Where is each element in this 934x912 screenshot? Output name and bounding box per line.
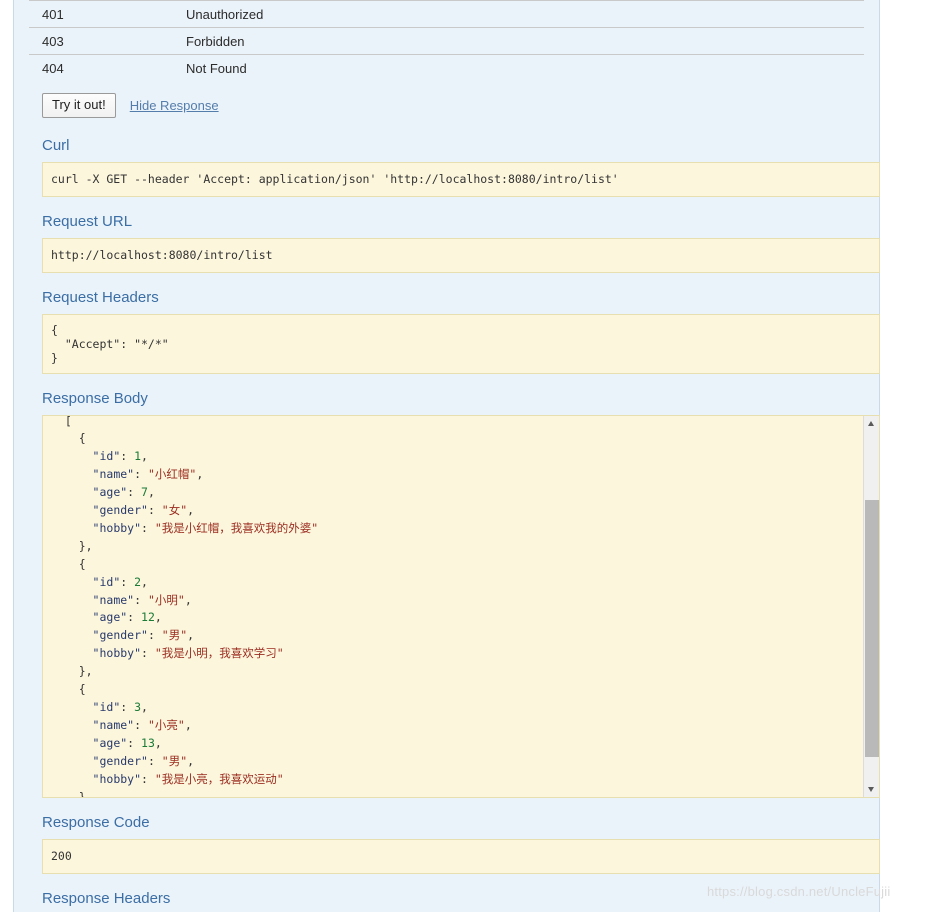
scroll-up-arrow-icon[interactable] [864, 415, 879, 431]
action-row: Try it out! Hide Response [29, 91, 864, 121]
request-headers-block: { "Accept": "*/*" } [42, 313, 880, 374]
request-url-heading: Request URL [42, 212, 133, 230]
response-code-value: 403 [29, 27, 173, 55]
curl-code-block: curl -X GET --header 'Accept: applicatio… [42, 161, 880, 197]
response-body-scrollbar[interactable] [863, 415, 879, 797]
table-row: 401 Unauthorized [29, 0, 864, 28]
response-codes-table: 401 Unauthorized 403 Forbidden 404 Not F… [29, 0, 864, 82]
scroll-down-arrow-icon[interactable] [864, 781, 879, 797]
response-headers-heading: Response Headers [42, 889, 171, 907]
request-headers-heading: Request Headers [42, 288, 159, 306]
scrollbar-thumb[interactable] [865, 499, 879, 757]
curl-heading: Curl [42, 136, 70, 154]
table-row: 404 Not Found [29, 54, 864, 82]
response-code-reason: Unauthorized [173, 0, 864, 28]
response-body-block: [ { "id": 1, "name": "小红帽", "age": 7, "g… [42, 414, 880, 798]
response-code-block: 200 [42, 838, 880, 874]
response-code-reason: Forbidden [173, 27, 864, 55]
response-code-reason: Not Found [173, 54, 864, 82]
swagger-response-page: 401 Unauthorized 403 Forbidden 404 Not F… [0, 0, 934, 912]
response-code-value: 401 [29, 0, 173, 28]
response-codes-body: 401 Unauthorized 403 Forbidden 404 Not F… [29, 0, 864, 82]
response-code-heading: Response Code [42, 813, 150, 831]
operation-panel: 401 Unauthorized 403 Forbidden 404 Not F… [13, 0, 880, 912]
request-url-block: http://localhost:8080/intro/list [42, 237, 880, 273]
try-it-out-button[interactable]: Try it out! [42, 93, 116, 118]
response-body-heading: Response Body [42, 389, 148, 407]
response-code-value: 404 [29, 54, 173, 82]
table-row: 403 Forbidden [29, 27, 864, 55]
hide-response-link[interactable]: Hide Response [130, 98, 219, 113]
response-body-json: [ { "id": 1, "name": "小红帽", "age": 7, "g… [64, 414, 319, 798]
